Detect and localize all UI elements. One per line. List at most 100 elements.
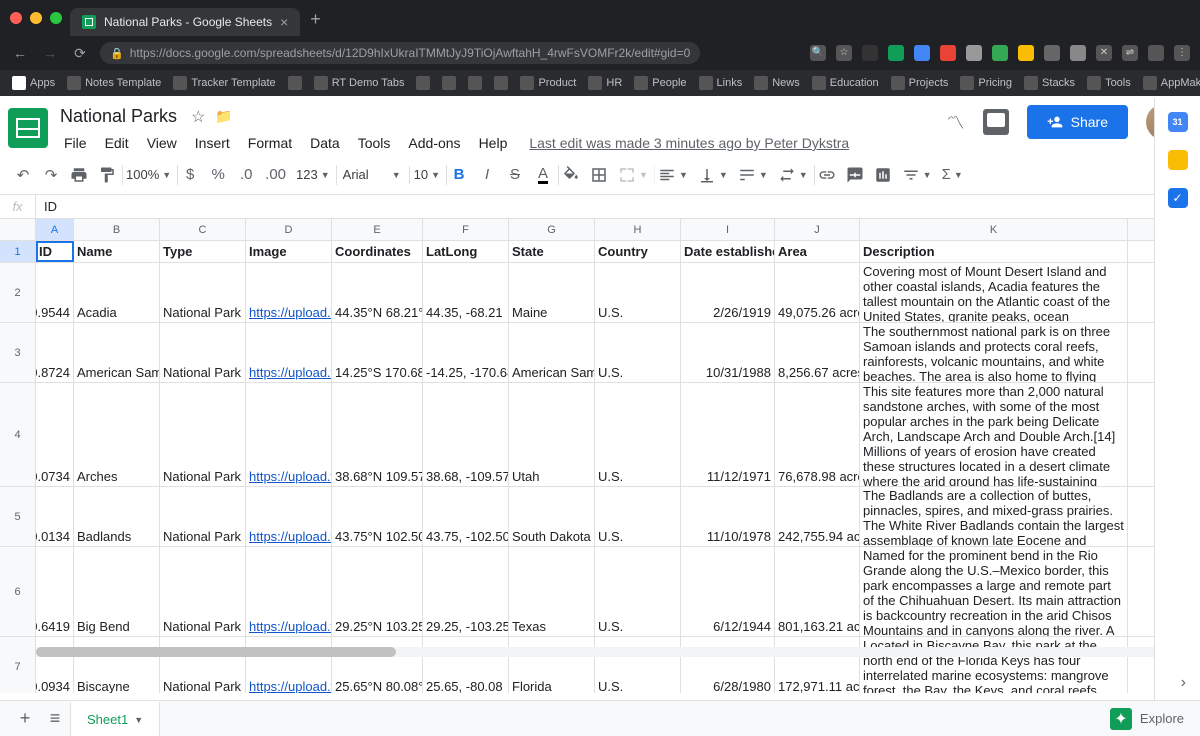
comments-icon[interactable]: [983, 109, 1009, 135]
cell[interactable]: 172,971.11 acres: [775, 637, 860, 693]
bookmark-item[interactable]: Projects: [891, 76, 949, 90]
all-sheets-button[interactable]: ≡: [40, 704, 70, 734]
cell[interactable]: 0.0734: [36, 383, 74, 486]
row-header[interactable]: 7: [0, 637, 36, 693]
ext-icon[interactable]: [862, 45, 878, 61]
column-header[interactable]: B: [74, 219, 160, 240]
cell[interactable]: https://upload.wi: [246, 263, 332, 322]
cell[interactable]: The southernmost national park is on thr…: [860, 323, 1128, 382]
ext-icon[interactable]: [914, 45, 930, 61]
menu-format[interactable]: Format: [240, 131, 300, 155]
menu-help[interactable]: Help: [471, 131, 516, 155]
cell[interactable]: LatLong: [423, 241, 509, 262]
bookmark-item[interactable]: Links: [699, 76, 743, 90]
sheet-tab[interactable]: Sheet1▼: [70, 701, 160, 736]
bookmark-item[interactable]: News: [754, 76, 800, 90]
bold-button[interactable]: B: [446, 161, 472, 189]
cell[interactable]: 0.8724: [36, 323, 74, 382]
redo-button[interactable]: ↷: [38, 161, 64, 189]
menu-insert[interactable]: Insert: [187, 131, 238, 155]
column-header[interactable]: G: [509, 219, 595, 240]
explore-button[interactable]: ✦ Explore: [1094, 702, 1200, 736]
tab-close-icon[interactable]: ×: [280, 14, 288, 30]
ext-icon[interactable]: ☆: [836, 45, 852, 61]
bookmark-item[interactable]: Tracker Template: [173, 76, 275, 90]
column-header[interactable]: J: [775, 219, 860, 240]
cell[interactable]: National Park: [160, 487, 246, 546]
cell[interactable]: 49,075.26 acres: [775, 263, 860, 322]
row-header[interactable]: 5: [0, 487, 36, 546]
address-bar[interactable]: 🔒 https://docs.google.com/spreadsheets/d…: [100, 42, 700, 64]
cell[interactable]: 242,755.94 acres: [775, 487, 860, 546]
document-title[interactable]: National Parks: [56, 104, 181, 129]
cell[interactable]: The Badlands are a collection of buttes,…: [860, 487, 1128, 546]
ext-icon[interactable]: [1070, 45, 1086, 61]
cell[interactable]: Country: [595, 241, 681, 262]
ext-icon[interactable]: 🔍: [810, 45, 826, 61]
cell[interactable]: Located in Biscayne Bay, this park at th…: [860, 637, 1128, 693]
horizontal-scrollbar[interactable]: [36, 647, 1154, 657]
bookmark-item[interactable]: Education: [812, 76, 879, 90]
cell[interactable]: State: [509, 241, 595, 262]
cell[interactable]: 0.0134: [36, 487, 74, 546]
move-icon[interactable]: 📁: [215, 108, 232, 125]
cell[interactable]: U.S.: [595, 263, 681, 322]
bookmark-item[interactable]: Tools: [1087, 76, 1131, 90]
cell[interactable]: Maine: [509, 263, 595, 322]
cell[interactable]: National Park: [160, 547, 246, 636]
print-button[interactable]: [66, 161, 92, 189]
cell[interactable]: Image: [246, 241, 332, 262]
tasks-addon-icon[interactable]: [1168, 188, 1188, 208]
font-size-select[interactable]: 10▼: [410, 161, 444, 189]
calendar-addon-icon[interactable]: [1168, 112, 1188, 132]
cell[interactable]: -14.25, -170.68: [423, 323, 509, 382]
cell[interactable]: U.S.: [595, 383, 681, 486]
cell[interactable]: Covering most of Mount Desert Island and…: [860, 263, 1128, 322]
strikethrough-button[interactable]: S: [502, 161, 528, 189]
cell[interactable]: National Park: [160, 383, 246, 486]
currency-button[interactable]: $: [177, 161, 203, 189]
cell[interactable]: 29.25°N 103.25°W: [332, 547, 423, 636]
increase-decimal-button[interactable]: .00: [261, 161, 290, 189]
window-close[interactable]: [10, 12, 22, 24]
forward-button[interactable]: →: [40, 45, 60, 61]
window-minimize[interactable]: [30, 12, 42, 24]
cell[interactable]: 11/10/1978: [681, 487, 775, 546]
bookmark-item[interactable]: Notes Template: [67, 76, 161, 90]
text-wrap-button[interactable]: ▼: [734, 161, 772, 189]
text-color-button[interactable]: A: [530, 161, 556, 189]
borders-button[interactable]: [586, 161, 612, 189]
cell[interactable]: 44.35, -68.21: [423, 263, 509, 322]
menu-file[interactable]: File: [56, 131, 95, 155]
menu-add-ons[interactable]: Add-ons: [400, 131, 468, 155]
menu-view[interactable]: View: [139, 131, 185, 155]
cell[interactable]: 29.25, -103.25: [423, 547, 509, 636]
merge-cells-button[interactable]: ▼: [614, 161, 652, 189]
cell[interactable]: https://upload.wi: [246, 487, 332, 546]
cell[interactable]: U.S.: [595, 547, 681, 636]
cell[interactable]: Biscayne: [74, 637, 160, 693]
insert-chart-button[interactable]: [870, 161, 896, 189]
column-header[interactable]: C: [160, 219, 246, 240]
cell[interactable]: 0.9544: [36, 263, 74, 322]
horizontal-align-button[interactable]: ▼: [654, 161, 692, 189]
cell[interactable]: Big Bend: [74, 547, 160, 636]
column-header[interactable]: F: [423, 219, 509, 240]
add-sheet-button[interactable]: +: [10, 704, 40, 734]
browser-tab[interactable]: National Parks - Google Sheets ×: [70, 8, 300, 36]
column-header[interactable]: A: [36, 219, 74, 240]
cell[interactable]: 0.6419: [36, 547, 74, 636]
cell[interactable]: 25.65°N 80.08°W: [332, 637, 423, 693]
italic-button[interactable]: I: [474, 161, 500, 189]
cell[interactable]: Area: [775, 241, 860, 262]
cell[interactable]: South Dakota: [509, 487, 595, 546]
cell[interactable]: Arches: [74, 383, 160, 486]
cell[interactable]: 10/31/1988: [681, 323, 775, 382]
font-select[interactable]: Arial▼: [336, 161, 408, 189]
cell[interactable]: 6/28/1980: [681, 637, 775, 693]
activity-icon[interactable]: 〽: [947, 109, 965, 135]
chrome-menu[interactable]: ⋮: [1174, 45, 1190, 61]
cell[interactable]: 38.68, -109.57: [423, 383, 509, 486]
bookmark-item[interactable]: HR: [588, 76, 622, 90]
spreadsheet-grid[interactable]: ABCDEFGHIJKLM 1IDNameTypeImageCoordinate…: [0, 219, 1200, 693]
